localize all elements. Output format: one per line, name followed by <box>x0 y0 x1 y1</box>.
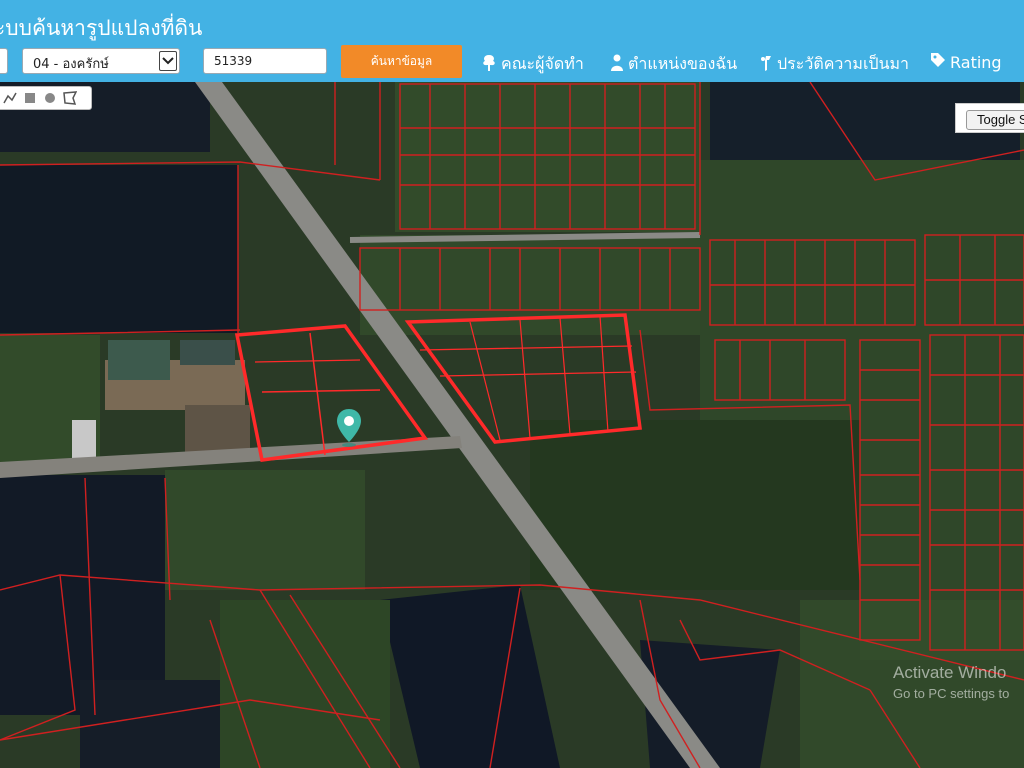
tree-icon <box>481 54 497 76</box>
nav-item-label: Rating <box>950 52 1002 72</box>
nav-item-history[interactable]: ประวัติความเป็นมา <box>759 52 909 77</box>
satellite-map[interactable] <box>0 82 1024 768</box>
polygon-icon[interactable] <box>63 91 77 105</box>
circle-icon[interactable] <box>43 91 57 105</box>
nav-item-label: ประวัติความเป็นมา <box>777 54 910 73</box>
history-icon <box>759 54 773 76</box>
district-select[interactable]: 04 - องครักษ์ <box>22 48 180 74</box>
windows-activation-subtext: Go to PC settings to <box>893 686 1010 701</box>
nav-item-label: ตำแหน่งของฉัน <box>628 54 738 73</box>
map-canvas[interactable] <box>0 82 1024 768</box>
top-header: ะบบค้นหารูปแปลงที่ดิน 04 - องครักษ์ 5133… <box>0 0 1024 82</box>
map-marker-icon[interactable] <box>335 408 363 448</box>
app-title: ะบบค้นหารูปแปลงที่ดิน <box>0 16 203 40</box>
tag-icon <box>930 52 946 72</box>
draw-toolbar <box>0 86 92 110</box>
nav-item-label: คณะผู้จัดทำ <box>501 54 584 73</box>
district-select-value: 04 - องครักษ์ <box>33 57 109 72</box>
left-select-stub[interactable] <box>0 48 8 74</box>
windows-activation-watermark: Activate Windo <box>893 663 1007 682</box>
rectangle-icon[interactable] <box>23 91 37 105</box>
nav-item-my-location[interactable]: ตำแหน่งของฉัน <box>610 52 737 77</box>
person-icon <box>610 54 624 76</box>
nav-item-team[interactable]: คณะผู้จัดทำ <box>481 52 584 77</box>
parcel-number-value: 51339 <box>214 54 253 68</box>
parcel-number-input[interactable]: 51339 <box>203 48 327 74</box>
polyline-icon[interactable] <box>3 91 17 105</box>
toggle-panel: Toggle S <box>955 103 1024 133</box>
search-button[interactable]: ค้นหาข้อมูล <box>341 45 462 78</box>
chevron-down-icon[interactable] <box>159 51 177 71</box>
toggle-button[interactable]: Toggle S <box>966 110 1024 130</box>
nav-item-rating[interactable]: Rating <box>930 52 1002 72</box>
